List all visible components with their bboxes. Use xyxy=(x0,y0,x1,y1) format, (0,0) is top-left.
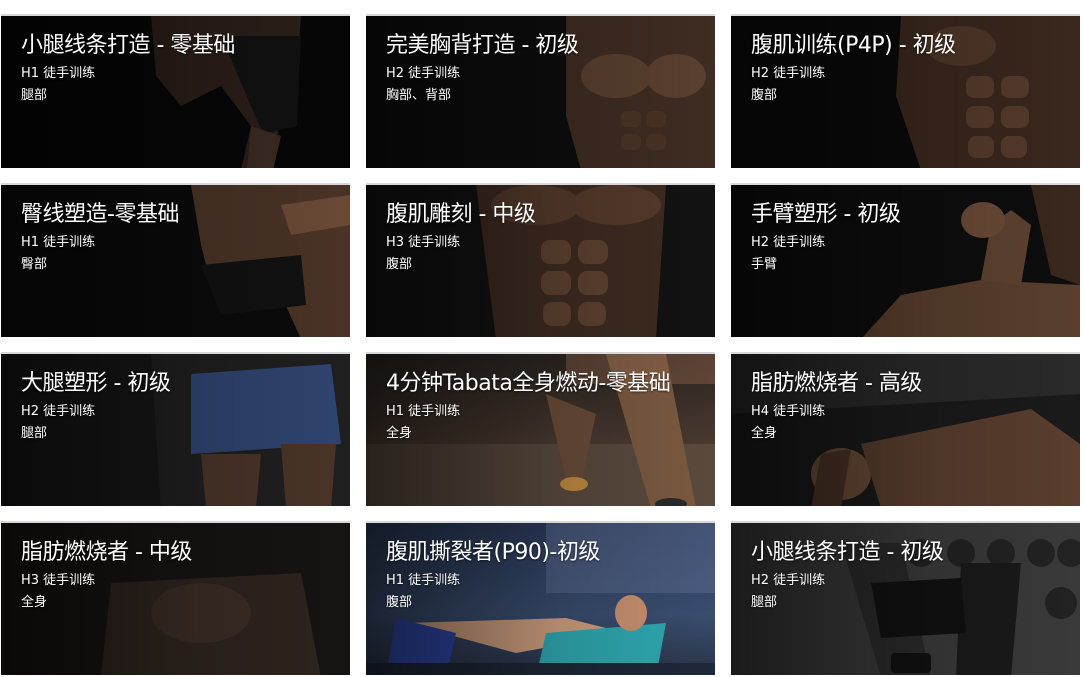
course-title: 4分钟Tabata全身燃动-零基础 xyxy=(386,371,671,396)
course-card[interactable]: 完美胸背打造 - 初级 H2 徒手训练 胸部、背部 xyxy=(366,14,715,168)
course-level: H4 徒手训练 xyxy=(751,404,826,419)
course-title: 腹肌雕刻 - 中级 xyxy=(386,202,536,227)
course-title: 脂肪燃烧者 - 中级 xyxy=(21,540,192,565)
course-body-part: 腿部 xyxy=(21,426,48,441)
course-level: H2 徒手训练 xyxy=(751,235,826,250)
course-card[interactable]: 小腿线条打造 - 零基础 H1 徒手训练 腿部 xyxy=(1,14,350,168)
course-body-part: 腹部 xyxy=(386,595,413,610)
course-body-part: 胸部、背部 xyxy=(386,88,452,103)
course-card[interactable]: 脂肪燃烧者 - 高级 H4 徒手训练 全身 xyxy=(731,352,1080,506)
course-card[interactable]: 大腿塑形 - 初级 H2 徒手训练 腿部 xyxy=(1,352,350,506)
course-body-part: 腹部 xyxy=(386,257,413,272)
course-title: 手臂塑形 - 初级 xyxy=(751,202,901,227)
course-title: 腹肌训练(P4P) - 初级 xyxy=(751,33,956,58)
course-level: H2 徒手训练 xyxy=(751,573,826,588)
course-card[interactable]: 手臂塑形 - 初级 H2 徒手训练 手臂 xyxy=(731,183,1080,337)
course-card[interactable]: 腹肌雕刻 - 中级 H3 徒手训练 腹部 xyxy=(366,183,715,337)
course-body-part: 手臂 xyxy=(751,257,778,272)
course-card[interactable]: 臀线塑造-零基础 H1 徒手训练 臀部 xyxy=(1,183,350,337)
course-title: 完美胸背打造 - 初级 xyxy=(386,33,579,58)
course-title: 小腿线条打造 - 零基础 xyxy=(21,33,235,58)
course-card[interactable]: 腹肌撕裂者(P90)-初级 H1 徒手训练 腹部 xyxy=(366,521,715,675)
course-body-part: 臀部 xyxy=(21,257,48,272)
course-title: 小腿线条打造 - 初级 xyxy=(751,540,944,565)
course-level: H1 徒手训练 xyxy=(386,573,461,588)
course-level: H1 徒手训练 xyxy=(386,404,461,419)
course-card[interactable]: 腹肌训练(P4P) - 初级 H2 徒手训练 腹部 xyxy=(731,14,1080,168)
course-card[interactable]: 脂肪燃烧者 - 中级 H3 徒手训练 全身 xyxy=(1,521,350,675)
course-title: 大腿塑形 - 初级 xyxy=(21,371,171,396)
course-level: H3 徒手训练 xyxy=(386,235,461,250)
course-body-part: 全身 xyxy=(21,595,48,610)
course-title: 臀线塑造-零基础 xyxy=(21,202,179,227)
course-grid: 小腿线条打造 - 零基础 H1 徒手训练 腿部 完美胸背打造 - 初级 H2 徒… xyxy=(0,0,1083,677)
course-level: H2 徒手训练 xyxy=(386,66,461,81)
course-body-part: 腹部 xyxy=(751,88,778,103)
course-level: H1 徒手训练 xyxy=(21,235,96,250)
course-level: H3 徒手训练 xyxy=(21,573,96,588)
course-level: H2 徒手训练 xyxy=(751,66,826,81)
course-body-part: 全身 xyxy=(751,426,778,441)
course-body-part: 腿部 xyxy=(21,88,48,103)
course-level: H1 徒手训练 xyxy=(21,66,96,81)
course-body-part: 腿部 xyxy=(751,595,778,610)
course-body-part: 全身 xyxy=(386,426,413,441)
course-card[interactable]: 小腿线条打造 - 初级 H2 徒手训练 腿部 xyxy=(731,521,1080,675)
course-card[interactable]: 4分钟Tabata全身燃动-零基础 H1 徒手训练 全身 xyxy=(366,352,715,506)
course-level: H2 徒手训练 xyxy=(21,404,96,419)
course-title: 腹肌撕裂者(P90)-初级 xyxy=(386,540,600,565)
course-title: 脂肪燃烧者 - 高级 xyxy=(751,371,922,396)
